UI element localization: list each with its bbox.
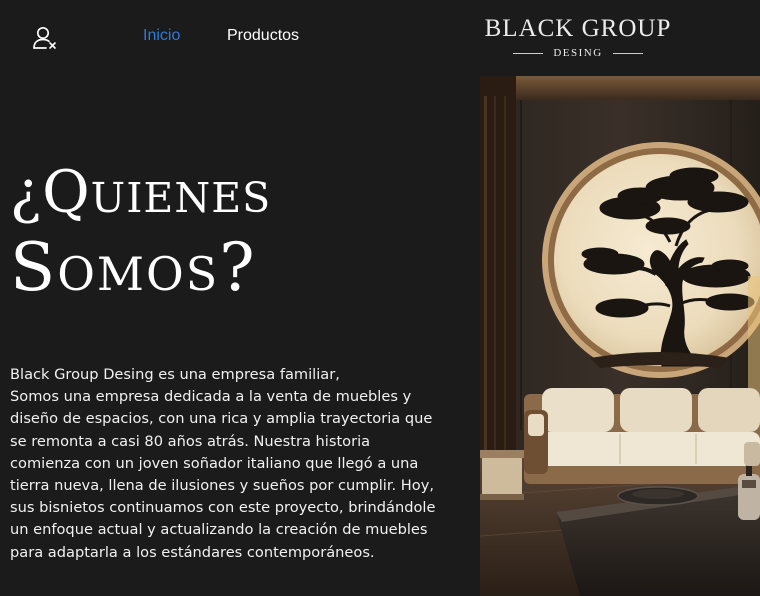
- page: Inicio Productos BLACK GROUP DESING ¿Qui…: [0, 0, 760, 596]
- page-title-line-1: ¿Quienes: [10, 158, 272, 226]
- about-line: diseño de espacios, con una rica y ampli…: [10, 410, 433, 428]
- about-line: Somos una empresa dedicada a la venta de…: [10, 388, 412, 406]
- about-line: tierra nueva, llena de ilusiones y sueño…: [10, 477, 434, 495]
- nav-link-inicio[interactable]: Inicio: [143, 27, 180, 45]
- user-remove-icon[interactable]: [32, 25, 58, 51]
- nav-link-productos[interactable]: Productos: [227, 27, 299, 45]
- page-title: ¿Quienes Somos?: [10, 156, 271, 308]
- hero-image: [480, 76, 760, 596]
- page-title-line-2: Somos?: [10, 229, 257, 306]
- logo-line-right: [613, 53, 643, 54]
- about-line: se remonta a casi 80 años atrás. Nuestra…: [10, 432, 371, 450]
- about-line: sus bisnietos continuamos con este proye…: [10, 499, 436, 517]
- about-line: Black Group Desing es una empresa famili…: [10, 366, 340, 383]
- about-line: comienza con un joven soñador italiano q…: [10, 454, 419, 472]
- logo-sub-text: DESING: [553, 47, 603, 59]
- logo-main-text: BLACK GROUP: [484, 15, 672, 42]
- living-room-illustration: [480, 76, 760, 596]
- logo-line-left: [513, 53, 543, 54]
- about-paragraph: Black Group Desing es una empresa famili…: [10, 364, 436, 564]
- about-line: un enfoque actual y actualizando la crea…: [10, 521, 428, 539]
- logo-sub: DESING: [513, 46, 643, 60]
- about-line: para adaptarla a los estándares contempo…: [10, 543, 375, 561]
- brand-logo[interactable]: BLACK GROUP DESING: [470, 14, 686, 60]
